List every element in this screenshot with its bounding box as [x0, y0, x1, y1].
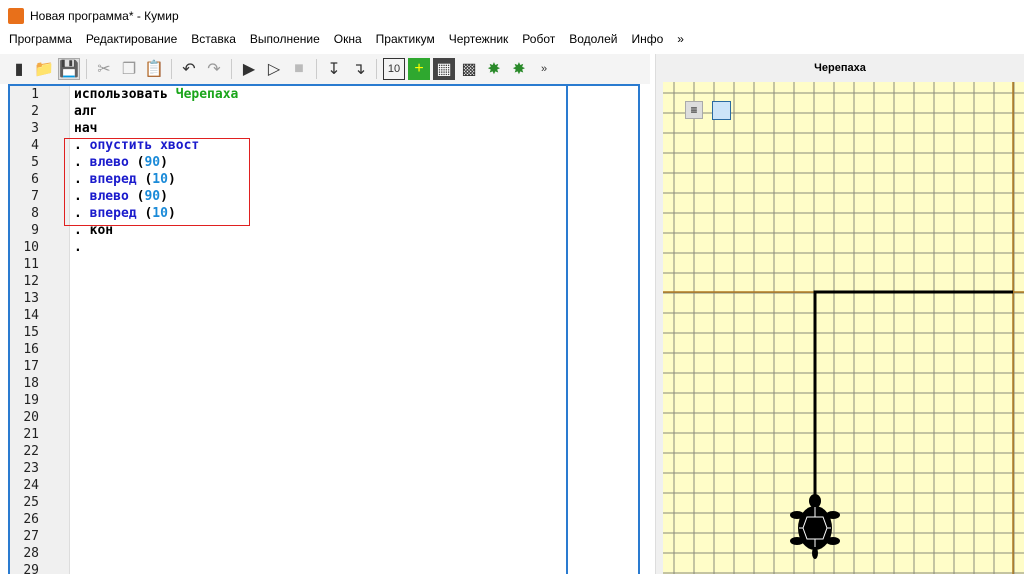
line-number-gutter: 1 2 3 4 5 6 7 8 9 10 11 12 13 14 15 16 17 18 19 20 21 22 23 24 2…	[10, 86, 70, 578]
turtle-field	[663, 82, 1024, 574]
code-token: нач	[74, 121, 98, 136]
line-number: 20	[23, 410, 39, 425]
line-number: 1	[31, 87, 39, 102]
turtle-icon	[790, 494, 840, 559]
counter-icon[interactable]: 10	[383, 58, 405, 80]
robot-field-icon[interactable]: ▩	[458, 58, 480, 80]
turtle-robot-icon[interactable]: ✸	[508, 58, 530, 80]
line-number: 24	[23, 478, 39, 493]
more-tools-button[interactable]: »	[533, 58, 555, 80]
line-number: 11	[23, 257, 39, 272]
code-line[interactable]: .	[74, 239, 238, 256]
line-number: 16	[23, 342, 39, 357]
line-number: 15	[23, 325, 39, 340]
menu-item[interactable]: Практикум	[376, 32, 435, 50]
code-token: алг	[74, 104, 98, 119]
menu-item[interactable]: Программа	[9, 32, 72, 50]
turtle-panel-title: Черепаха	[814, 62, 866, 74]
menu-item[interactable]: Окна	[334, 32, 362, 50]
code-token: использовать	[74, 87, 176, 102]
step-out-icon[interactable]: ↴	[348, 58, 370, 80]
redo-icon[interactable]: ↷	[203, 58, 225, 80]
code-line[interactable]: нач	[74, 120, 238, 137]
menu-item[interactable]: »	[677, 32, 684, 50]
line-number: 29	[23, 563, 39, 578]
code-line[interactable]: использовать Черепаха	[74, 86, 238, 103]
line-number: 19	[23, 393, 39, 408]
code-line[interactable]: алг	[74, 103, 238, 120]
code-editor[interactable]: 1 2 3 4 5 6 7 8 9 10 11 12 13 14 15 16 17 18 19 20 21 22 23 24 2…	[8, 84, 640, 578]
paste-icon[interactable]: 📋	[143, 58, 165, 80]
toolbar: ▮ 📁 💾 ✂ ❐ 📋 ↶ ↷ ▶ ▷ ■ ↧ ↴ 10 + ▦ ▩ ✸ ✸ »	[0, 54, 650, 84]
line-number: 3	[31, 121, 39, 136]
open-folder-icon[interactable]: 📁	[33, 58, 55, 80]
turtle-panel: Черепаха ≡	[655, 54, 1024, 574]
line-number: 6	[31, 172, 39, 187]
new-file-icon[interactable]: ▮	[8, 58, 30, 80]
turtle-icon[interactable]: ✸	[483, 58, 505, 80]
menu-item[interactable]: Робот	[522, 32, 555, 50]
menu-item[interactable]: Инфо	[631, 32, 663, 50]
line-number: 4	[31, 138, 39, 153]
highlight-box	[64, 138, 250, 226]
stop-icon[interactable]: ■	[288, 58, 310, 80]
save-icon[interactable]: 💾	[58, 58, 80, 80]
cut-icon[interactable]: ✂	[93, 58, 115, 80]
line-number: 10	[23, 240, 39, 255]
window-title: Новая программа* - Кумир	[30, 9, 179, 23]
run-icon[interactable]: ▶	[238, 58, 260, 80]
title-bar: Новая программа* - Кумир	[0, 0, 1024, 32]
copy-icon[interactable]: ❐	[118, 58, 140, 80]
menu-item[interactable]: Вставка	[191, 32, 236, 50]
menu-item[interactable]: Чертежник	[449, 32, 509, 50]
menu-item[interactable]: Редактирование	[86, 32, 177, 50]
line-number: 18	[23, 376, 39, 391]
turtle-canvas[interactable]: ≡	[663, 82, 1024, 574]
line-number: 12	[23, 274, 39, 289]
grid-green-icon[interactable]: +	[408, 58, 430, 80]
line-number: 13	[23, 291, 39, 306]
line-number: 17	[23, 359, 39, 374]
line-number: 26	[23, 512, 39, 527]
line-number: 22	[23, 444, 39, 459]
editor-margin-divider[interactable]	[566, 86, 568, 574]
menu-item[interactable]: Выполнение	[250, 32, 320, 50]
code-token: .	[74, 240, 82, 255]
step-icon[interactable]: ▷	[263, 58, 285, 80]
grid-dark-icon[interactable]: ▦	[433, 58, 455, 80]
menu-bar: Программа Редактирование Вставка Выполнение…	[0, 32, 698, 50]
line-number: 8	[31, 206, 39, 221]
step-in-icon[interactable]: ↧	[323, 58, 345, 80]
line-number: 21	[23, 427, 39, 442]
line-number: 28	[23, 546, 39, 561]
menu-item[interactable]: Водолей	[569, 32, 617, 50]
line-number: 7	[31, 189, 39, 204]
line-number: 9	[31, 223, 39, 238]
menu-button[interactable]: ≡	[685, 101, 703, 119]
line-number: 25	[23, 495, 39, 510]
line-number: 14	[23, 308, 39, 323]
line-number: 27	[23, 529, 39, 544]
line-number: 2	[31, 104, 39, 119]
undo-icon[interactable]: ↶	[178, 58, 200, 80]
color-button[interactable]	[712, 101, 731, 120]
line-number: 5	[31, 155, 39, 170]
code-token: Черепаха	[175, 87, 239, 102]
kumir-logo-icon	[8, 8, 24, 24]
line-number: 23	[23, 461, 39, 476]
